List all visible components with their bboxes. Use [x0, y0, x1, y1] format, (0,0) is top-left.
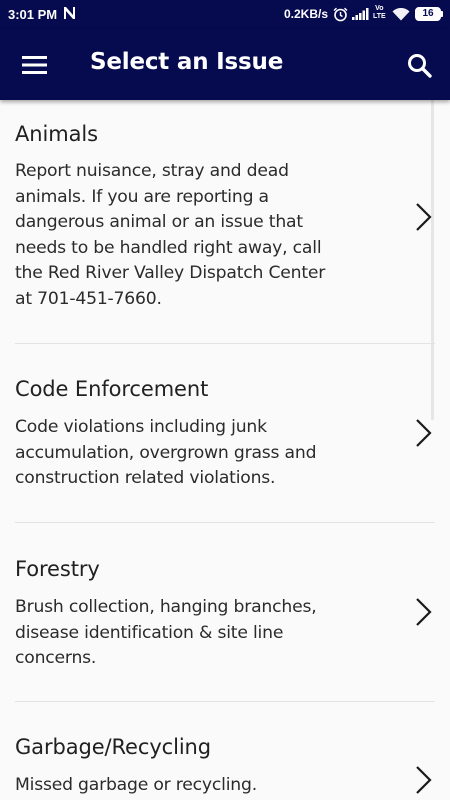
- issue-title: Code Enforcement: [15, 377, 209, 401]
- status-time: 3:01 PM: [8, 7, 58, 22]
- status-bar: 3:01 PM 0.2KB/s Vo LTE 16: [0, 0, 450, 30]
- search-icon[interactable]: [406, 52, 434, 80]
- page-title: Select an Issue: [90, 49, 284, 75]
- issue-item-garbage-recycling[interactable]: Garbage/Recycling Missed garbage or recy…: [0, 702, 450, 800]
- volte-top-label: Vo: [375, 5, 384, 12]
- alarm-icon: [333, 7, 348, 25]
- network-speed: 0.2KB/s: [284, 7, 329, 21]
- issue-item-animals[interactable]: Animals Report nuisance, stray and dead …: [0, 100, 450, 343]
- wifi-icon: [392, 7, 410, 24]
- issue-description: Brush collection, hanging branches, dise…: [15, 597, 317, 668]
- cell-signal-icon: [352, 8, 369, 23]
- notification-n-icon: [63, 6, 76, 23]
- chevron-right-icon: [414, 765, 434, 795]
- chevron-right-icon: [414, 202, 434, 232]
- issue-item-code-enforcement[interactable]: Code Enforcement Code violations includi…: [0, 344, 450, 522]
- issue-description: Report nuisance, stray and dead animals.…: [15, 161, 326, 309]
- issue-title: Animals: [15, 122, 98, 146]
- volte-indicator: Vo LTE: [373, 5, 386, 21]
- battery-indicator: 16: [415, 7, 441, 21]
- chevron-right-icon: [414, 418, 434, 448]
- issue-title: Garbage/Recycling: [15, 735, 211, 759]
- issue-description: Missed garbage or recycling.: [15, 775, 257, 795]
- app-bar: Select an Issue: [0, 30, 450, 100]
- issue-item-forestry[interactable]: Forestry Brush collection, hanging branc…: [0, 523, 450, 701]
- hamburger-menu-icon[interactable]: [22, 54, 48, 76]
- battery-tip: [441, 11, 443, 17]
- issue-list: Animals Report nuisance, stray and dead …: [0, 100, 450, 800]
- volte-bottom-label: LTE: [373, 13, 386, 20]
- issue-description: Code violations including junk accumulat…: [15, 417, 317, 488]
- chevron-right-icon: [414, 597, 434, 627]
- issue-title: Forestry: [15, 557, 100, 581]
